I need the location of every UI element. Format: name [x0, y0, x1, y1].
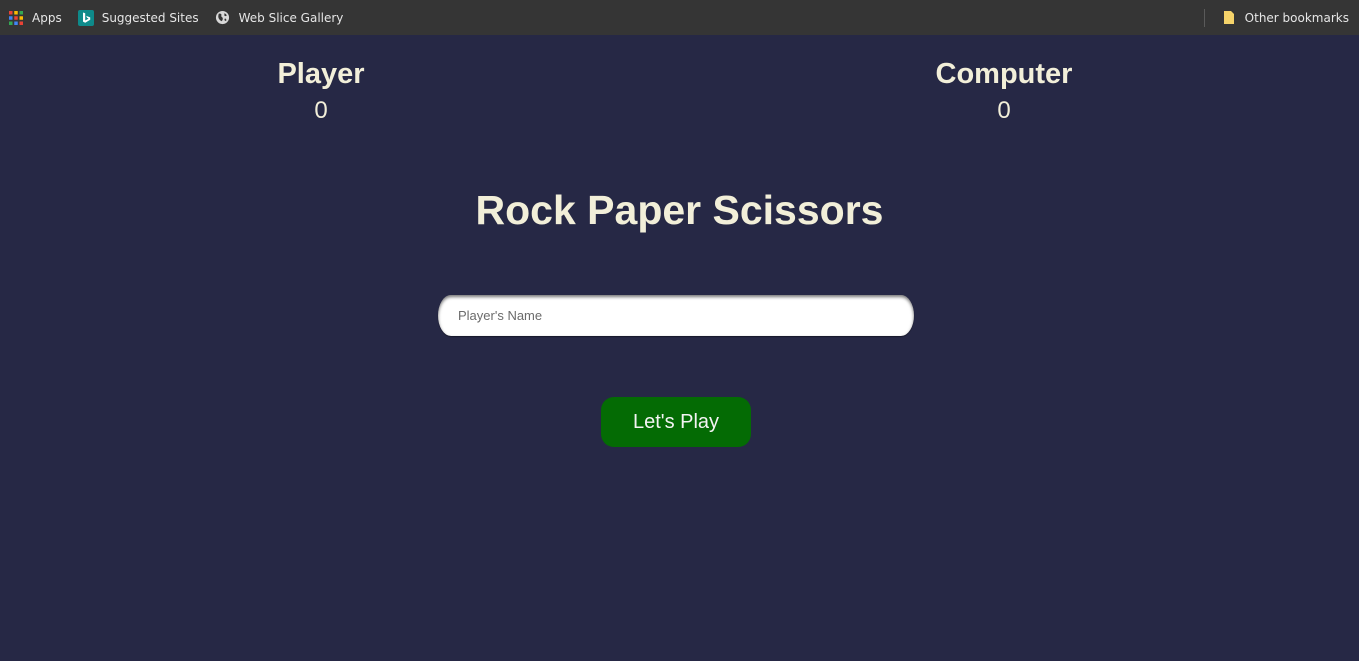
player-name-input[interactable] [438, 295, 914, 336]
bookmark-other-bookmarks-label: Other bookmarks [1244, 10, 1349, 25]
player-score: 0 [314, 97, 328, 124]
lets-play-button[interactable]: Let's Play [601, 397, 751, 447]
globe-icon [215, 10, 231, 26]
player-score-block: Player 0 [201, 56, 441, 126]
bookmarks-divider [1203, 8, 1205, 27]
bookmark-apps-label: Apps [32, 10, 62, 25]
bookmark-web-slice-gallery-label: Web Slice Gallery [238, 10, 344, 25]
bookmark-apps[interactable]: Apps [0, 6, 70, 30]
player-label: Player [277, 58, 365, 90]
computer-score: 0 [997, 97, 1011, 124]
folder-icon [1221, 10, 1237, 26]
bing-icon [77, 9, 94, 26]
computer-score-block: Computer 0 [884, 56, 1124, 126]
computer-label: Computer [935, 58, 1073, 90]
bookmark-suggested-sites[interactable]: Suggested Sites [70, 6, 207, 30]
apps-grid-icon [8, 10, 24, 26]
bookmark-web-slice-gallery[interactable]: Web Slice Gallery [207, 6, 352, 30]
page-title: Rock Paper Scissors [475, 187, 884, 233]
bookmark-suggested-sites-label: Suggested Sites [101, 10, 199, 25]
bookmarks-bar: Apps Suggested Sites Web Slice Gallery O… [0, 0, 1359, 35]
bookmark-other-bookmarks[interactable]: Other bookmarks [1213, 6, 1357, 30]
